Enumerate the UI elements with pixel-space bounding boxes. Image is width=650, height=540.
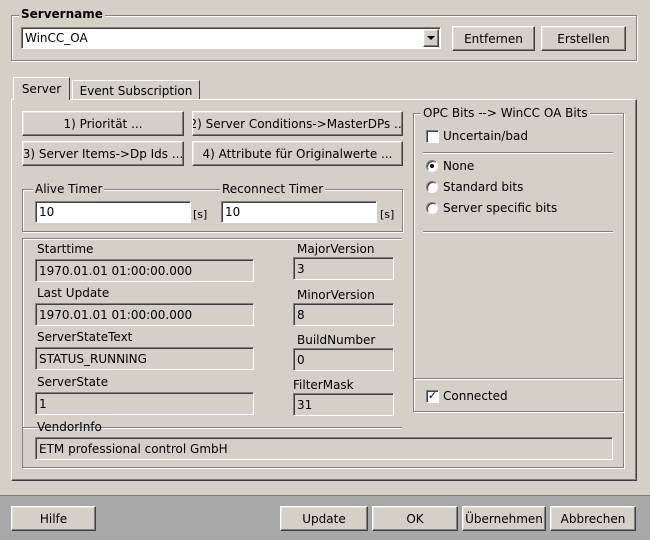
radio-none-label: None [443, 159, 475, 173]
info-divider-mask [402, 238, 404, 430]
tab-server[interactable]: Server [13, 77, 70, 100]
opc-separator-3 [414, 378, 623, 380]
server-state-label: ServerState [37, 375, 109, 389]
last-update-field: 1970.01.01 01:00:00.000 [35, 303, 254, 326]
uncertain-checkbox[interactable] [426, 130, 439, 143]
minor-version-value: 8 [297, 307, 305, 322]
radio-server-specific-bits[interactable] [426, 202, 438, 214]
alive-timer-label: Alive Timer [33, 182, 105, 196]
chevron-down-icon [427, 35, 435, 40]
create-server-button[interactable]: Erstellen [541, 26, 626, 51]
filter-mask-field: 31 [293, 393, 394, 416]
major-version-label: MajorVersion [297, 242, 375, 256]
radio-standard-bits-label: Standard bits [443, 180, 524, 194]
radio-server-specific-bits-label: Server specific bits [443, 201, 558, 215]
filter-mask-value: 31 [297, 397, 313, 412]
alive-timer-input[interactable]: 10 [35, 201, 191, 223]
ok-button[interactable]: OK [372, 506, 458, 531]
reconnect-timer-value: 10 [225, 205, 241, 219]
build-number-value: 0 [297, 352, 305, 367]
opc-separator-1 [423, 152, 613, 154]
uncertain-label: Uncertain/bad [443, 129, 528, 143]
opc-bits-legend: OPC Bits --> WinCC OA Bits [421, 106, 590, 120]
connected-label: Connected [443, 389, 508, 403]
update-button[interactable]: Update [280, 506, 368, 531]
server-state-field: 1 [35, 392, 254, 415]
starttime-value: 1970.01.01 01:00:00.000 [39, 263, 193, 278]
last-update-value: 1970.01.01 01:00:00.000 [39, 307, 193, 322]
server-items-button[interactable]: 3) Server Items->Dp Ids ... [22, 141, 184, 166]
vendor-info-value: ETM professional control GmbH [39, 441, 228, 456]
help-button[interactable]: Hilfe [11, 506, 96, 531]
opc-separator-2 [423, 231, 613, 233]
server-state-text-value: STATUS_RUNNING [39, 351, 147, 366]
filter-mask-label: FilterMask [293, 378, 354, 392]
servername-dropdown-button[interactable] [423, 29, 439, 47]
major-version-field: 3 [293, 257, 394, 280]
server-state-text-label: ServerStateText [37, 330, 133, 344]
server-state-value: 1 [39, 396, 47, 411]
build-number-label: BuildNumber [297, 333, 376, 347]
priority-button[interactable]: 1) Priorität ... [22, 111, 184, 136]
build-number-field: 0 [293, 348, 394, 371]
last-update-label: Last Update [37, 286, 110, 300]
major-version-value: 3 [297, 261, 305, 276]
radio-standard-bits[interactable] [426, 181, 438, 193]
starttime-label: Starttime [37, 242, 94, 256]
attributes-button[interactable]: 4) Attribute für Originalwerte ... [192, 141, 403, 166]
remove-server-button[interactable]: Entfernen [452, 26, 535, 51]
servername-legend: Servername [19, 7, 105, 21]
opc-bits-group [413, 113, 624, 412]
minor-version-field: 8 [293, 303, 394, 326]
vendor-info-label: VendorInfo [37, 420, 102, 434]
tab-event-subscription[interactable]: Event Subscription [72, 80, 200, 100]
vendor-info-field: ETM professional control GmbH [35, 437, 613, 460]
cancel-button[interactable]: Abbrechen [550, 506, 636, 531]
starttime-field: 1970.01.01 01:00:00.000 [35, 259, 254, 282]
connected-checkbox[interactable]: ✓ [426, 390, 439, 403]
apply-button[interactable]: Übernehmen [462, 506, 546, 531]
servername-value: WinCC_OA [25, 31, 88, 45]
reconnect-timer-input[interactable]: 10 [221, 201, 377, 223]
alive-timer-unit: [s] [193, 208, 208, 221]
alive-timer-value: 10 [39, 205, 55, 219]
reconnect-timer-label: Reconnect Timer [220, 182, 326, 196]
server-conditions-button[interactable]: 2) Server Conditions->MasterDPs ... [192, 111, 403, 136]
minor-version-label: MinorVersion [297, 288, 375, 302]
servername-combobox[interactable]: WinCC_OA [21, 27, 441, 49]
server-state-text-field: STATUS_RUNNING [35, 347, 254, 370]
radio-none[interactable] [426, 160, 438, 172]
reconnect-timer-unit: [s] [380, 208, 395, 221]
